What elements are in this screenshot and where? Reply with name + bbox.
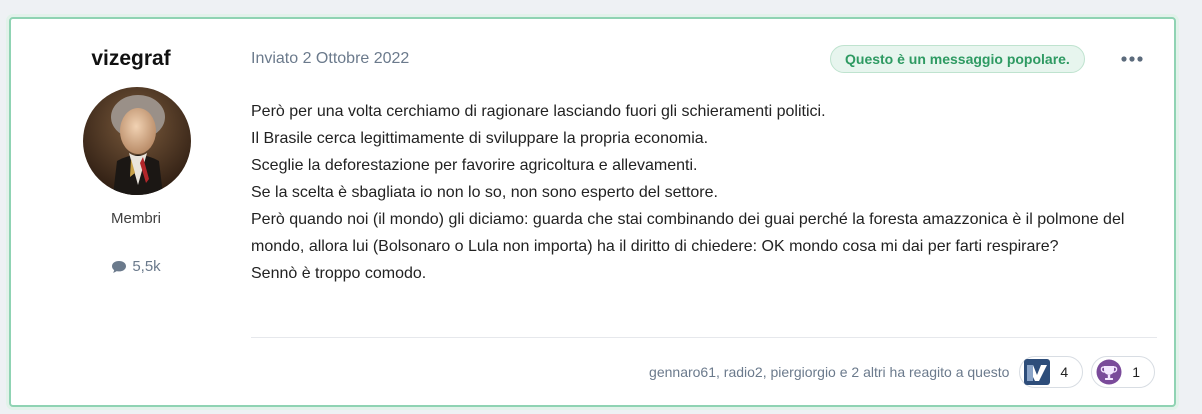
author-panel: vizegraf Membri 5,5k [11,19,251,405]
post-paragraph: Sennò è troppo comodo. [251,265,427,282]
like-reaction-icon [1024,359,1051,385]
post-paragraph: Il Brasile cerca legittimamente di svilu… [251,130,709,147]
trophy-reaction-icon [1096,359,1122,385]
reaction-like[interactable]: 4 [1019,356,1084,388]
author-name[interactable]: vizegraf [11,47,251,71]
reaction-count: 4 [1060,364,1069,380]
post-date[interactable]: Inviato 2 Ottobre 2022 [251,50,409,68]
reactions-bar: gennaro61, radio2, piergiorgio e 2 altri… [649,355,1155,389]
popular-badge: Questo è un messaggio popolare. [830,45,1085,73]
reaction-trophy[interactable]: 1 [1091,356,1155,388]
avatar[interactable] [83,87,191,195]
reaction-summary[interactable]: gennaro61, radio2, piergiorgio e 2 altri… [649,364,1009,380]
post-paragraph: Però quando noi (il mondo) gli diciamo: … [251,211,1125,255]
post-content: Però per una volta cerchiamo di ragionar… [251,98,1156,287]
post-card: vizegraf Membri 5,5k Inviato 2 Ottobre 2… [9,17,1176,407]
author-post-count: 5,5k [11,258,261,275]
comment-icon [112,260,127,273]
post-count-value: 5,5k [132,258,161,275]
author-group: Membri [110,210,161,227]
ellipsis-icon[interactable] [1121,49,1145,69]
reaction-count: 1 [1132,364,1140,380]
post-paragraph: Se la scelta è sbagliata io non lo so, n… [251,184,718,201]
post-paragraph: Però per una volta cerchiamo di ragionar… [251,103,826,120]
post-paragraph: Sceglie la deforestazione per favorire a… [251,157,698,174]
divider [251,337,1157,338]
